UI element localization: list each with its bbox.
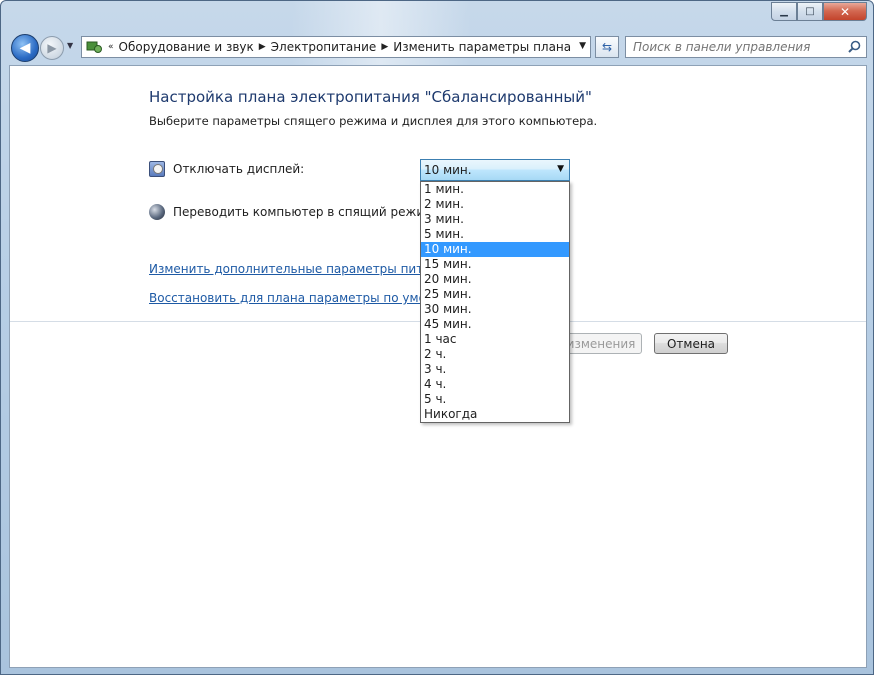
maximize-button[interactable]: □ — [797, 2, 823, 21]
search-input[interactable] — [633, 40, 843, 54]
monitor-clock-icon — [149, 161, 165, 177]
dropdown-option[interactable]: 45 мин. — [421, 317, 569, 332]
dropdown-option[interactable]: Никогда — [421, 407, 569, 422]
magnifier-icon[interactable] — [848, 40, 861, 57]
sleep-row: Переводить компьютер в спящий режим: — [149, 204, 437, 220]
back-arrow-icon[interactable]: ◀ — [11, 34, 39, 62]
control-panel-icon — [85, 39, 103, 55]
display-off-row: Отключать дисплей: — [149, 161, 304, 177]
search-box[interactable] — [625, 36, 867, 58]
breadcrumb-separator-icon[interactable]: ▶ — [259, 42, 266, 52]
chevron-down-icon[interactable]: ▼ — [557, 164, 564, 174]
minimize-button[interactable]: ▁ — [771, 2, 797, 21]
dropdown-option[interactable]: 5 мин. — [421, 227, 569, 242]
main-content: Настройка плана электропитания "Сбаланси… — [9, 65, 867, 668]
breadcrumb-separator-icon[interactable]: ▶ — [381, 42, 388, 52]
dropdown-option[interactable]: 25 мин. — [421, 287, 569, 302]
display-off-dropdown-list[interactable]: 1 мин. 2 мин. 3 мин. 5 мин. 10 мин. 15 м… — [420, 181, 570, 423]
dropdown-option-selected[interactable]: 10 мин. — [421, 242, 569, 257]
forward-arrow-icon[interactable]: ▶ — [40, 36, 64, 60]
sleep-label: Переводить компьютер в спящий режим: — [173, 205, 438, 219]
breadcrumb-edit-plan[interactable]: Изменить параметры плана — [393, 40, 571, 54]
breadcrumb-hardware-sound[interactable]: Оборудование и звук — [119, 40, 254, 54]
navigation-bar: ◀ ▶ ▼ « Оборудование и звук ▶ Электропит… — [9, 33, 867, 62]
cancel-button[interactable]: Отмена — [654, 333, 728, 354]
sleep-moon-icon — [149, 204, 165, 220]
dropdown-option[interactable]: 3 ч. — [421, 362, 569, 377]
dropdown-option[interactable]: 4 ч. — [421, 377, 569, 392]
address-bar[interactable]: « Оборудование и звук ▶ Электропитание ▶… — [81, 36, 591, 58]
address-overflow-icon[interactable]: « — [108, 42, 114, 52]
close-button[interactable]: ✕ — [823, 2, 867, 21]
breadcrumb-power-options[interactable]: Электропитание — [271, 40, 377, 54]
dropdown-option[interactable]: 2 ч. — [421, 347, 569, 362]
dropdown-option[interactable]: 15 мин. — [421, 257, 569, 272]
display-off-selected-value: 10 мин. — [424, 163, 472, 177]
refresh-button[interactable]: ⇆ — [595, 36, 619, 58]
dropdown-option[interactable]: 1 час — [421, 332, 569, 347]
dropdown-option[interactable]: 3 мин. — [421, 212, 569, 227]
display-off-label: Отключать дисплей: — [173, 162, 305, 176]
dropdown-option[interactable]: 2 мин. — [421, 197, 569, 212]
display-off-select[interactable]: 10 мин. ▼ — [420, 159, 570, 181]
advanced-settings-link[interactable]: Изменить дополнительные параметры питани… — [149, 262, 453, 276]
page-title: Настройка плана электропитания "Сбаланси… — [149, 88, 592, 106]
page-subtitle: Выберите параметры спящего режима и дисп… — [149, 114, 598, 128]
address-dropdown-icon[interactable]: ▼ — [579, 41, 586, 51]
dropdown-option[interactable]: 5 ч. — [421, 392, 569, 407]
dropdown-option[interactable]: 30 мин. — [421, 302, 569, 317]
control-panel-window: ▁ □ ✕ ◀ ▶ ▼ « Оборудование и звук ▶ Элек… — [0, 0, 874, 675]
dropdown-option[interactable]: 1 мин. — [421, 182, 569, 197]
history-dropdown-icon[interactable]: ▼ — [67, 41, 73, 50]
caption-buttons: ▁ □ ✕ — [771, 2, 867, 21]
dropdown-option[interactable]: 20 мин. — [421, 272, 569, 287]
